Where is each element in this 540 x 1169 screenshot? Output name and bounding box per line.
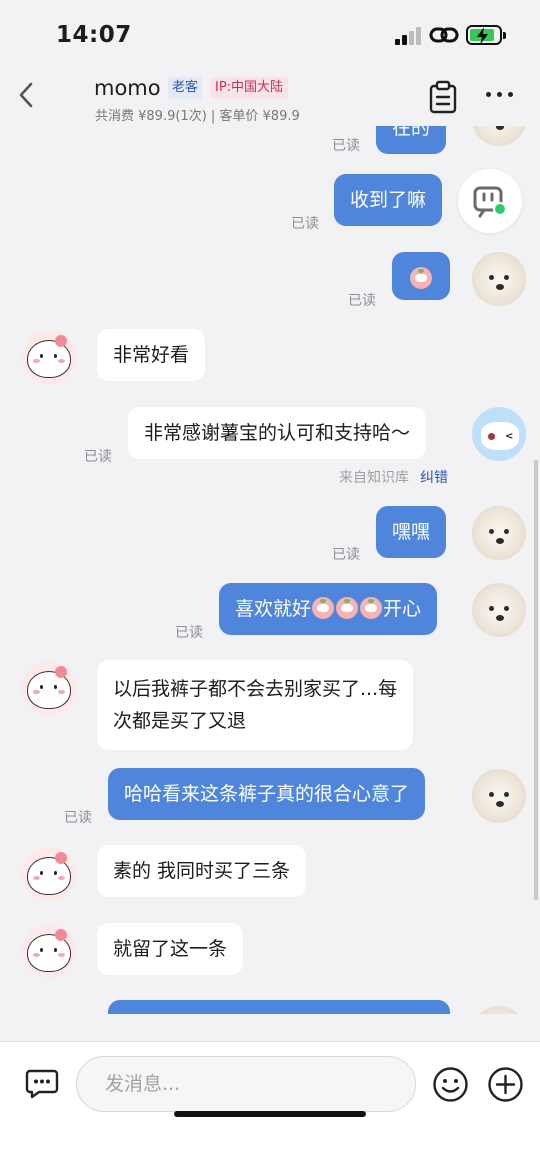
chat-bubble-icon[interactable]	[24, 1068, 60, 1100]
peach-emoji-icon	[336, 597, 359, 619]
ip-location-tag: IP:中国大陆	[210, 77, 289, 99]
incoming-message[interactable]: 素的 我同时买了三条	[97, 845, 307, 897]
outgoing-message[interactable]: 嘿嘿	[376, 506, 447, 558]
outgoing-message[interactable]: 喜欢就好 开心	[219, 583, 438, 635]
correct-link[interactable]: 纠错	[420, 467, 448, 487]
customer-tag: 老客	[168, 77, 203, 99]
more-icon[interactable]	[484, 92, 516, 100]
home-indicator[interactable]	[174, 1111, 366, 1117]
signal-icon	[395, 27, 423, 45]
customer-avatar[interactable]	[22, 330, 76, 384]
contact-name[interactable]: momo	[94, 76, 161, 100]
read-receipt: 已读	[332, 547, 360, 563]
read-receipt: 已读	[291, 216, 319, 232]
plus-icon[interactable]	[487, 1066, 524, 1103]
agent-avatar[interactable]	[472, 1006, 526, 1014]
customer-avatar[interactable]	[22, 661, 76, 715]
robot-icon	[473, 186, 507, 218]
knowledge-base-note: 来自知识库	[339, 470, 409, 486]
incoming-message[interactable]: 就留了这一条	[97, 923, 244, 975]
purchase-summary: 共消费 ¥89.9(1次) | 客单价 ¥89.9	[95, 109, 300, 124]
read-receipt: 已读	[84, 449, 112, 465]
outgoing-message[interactable]: 收到了嘛	[334, 174, 443, 226]
peach-emoji-icon	[360, 597, 383, 619]
chat-header: momo 老客 IP:中国大陆 共消费 ¥89.9(1次) | 客单价 ¥89.…	[0, 70, 540, 126]
message-list[interactable]: 已读 在的 已读 收到了嘛 已读 非常好看 已读 非常感谢薯宝的认可和支持哈～ …	[0, 126, 540, 1014]
system-avatar[interactable]	[458, 169, 522, 233]
scrollbar[interactable]	[534, 460, 538, 900]
battery-icon	[466, 25, 506, 45]
agent-avatar[interactable]	[472, 252, 526, 306]
status-time: 14:07	[56, 22, 132, 48]
bot-message[interactable]: 非常感谢薯宝的认可和支持哈～	[128, 407, 427, 459]
outgoing-message[interactable]: 在的	[376, 126, 447, 154]
read-receipt: 已读	[332, 138, 360, 154]
message-input[interactable]: 发消息...	[76, 1056, 416, 1112]
agent-avatar[interactable]	[472, 506, 526, 560]
peach-emoji-icon	[312, 597, 335, 619]
customer-avatar[interactable]	[22, 847, 76, 901]
bot-avatar[interactable]: <	[472, 407, 526, 461]
customer-avatar[interactable]	[22, 924, 76, 978]
outgoing-message[interactable]	[108, 1000, 450, 1014]
read-receipt: 已读	[348, 293, 376, 309]
composer-bar: 发消息...	[0, 1041, 540, 1169]
agent-avatar[interactable]	[472, 583, 526, 637]
incoming-message[interactable]: 非常好看	[97, 329, 206, 381]
read-receipt: 已读	[64, 810, 92, 826]
back-button[interactable]	[14, 80, 40, 110]
peach-emoji-icon	[410, 267, 432, 289]
outgoing-message[interactable]	[392, 252, 450, 300]
personal-hotspot-icon	[429, 27, 459, 43]
outgoing-message[interactable]: 哈哈看来这条裤子真的很合心意了	[108, 768, 426, 820]
agent-avatar[interactable]	[472, 769, 526, 823]
clipboard-icon[interactable]	[428, 80, 458, 114]
status-bar: 14:07	[0, 0, 540, 70]
smiley-icon[interactable]	[432, 1066, 469, 1103]
read-receipt: 已读	[175, 625, 203, 641]
incoming-message[interactable]: 以后我裤子都不会去别家买了...每 次都是买了又退	[97, 660, 414, 750]
agent-avatar[interactable]	[472, 126, 526, 146]
